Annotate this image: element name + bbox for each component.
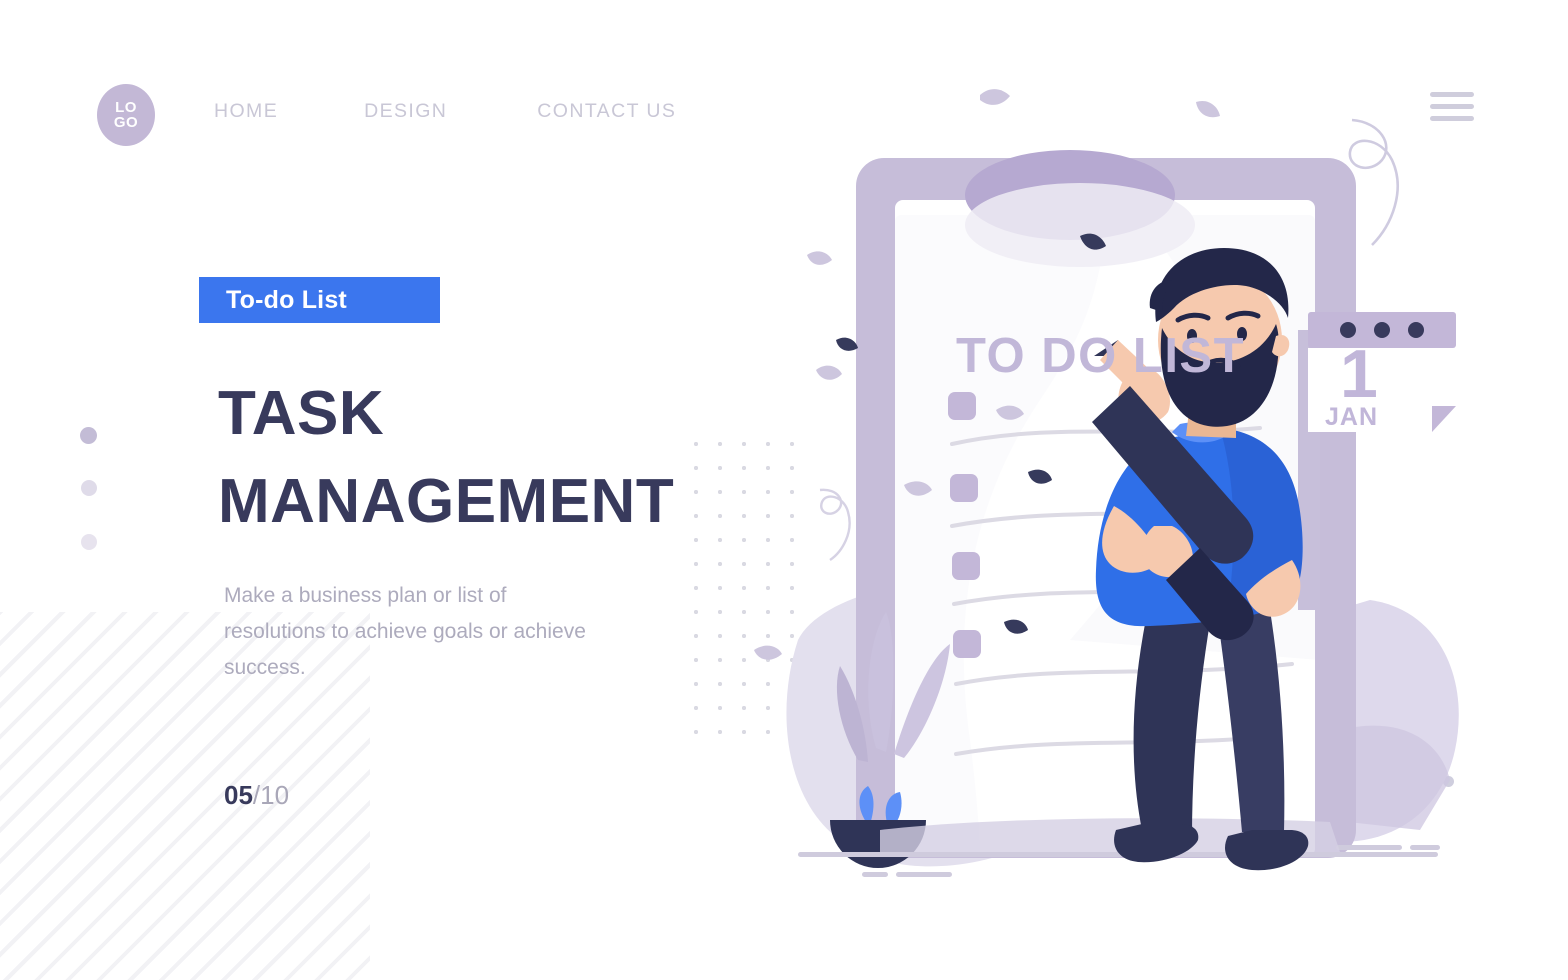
- logo[interactable]: LO GO: [97, 84, 155, 146]
- decorative-circle-1: [80, 427, 97, 444]
- checkbox-2: [950, 474, 978, 502]
- category-badge-label: To-do List: [226, 285, 347, 314]
- ground-dash-3: [1336, 845, 1402, 850]
- ground-line: [798, 852, 1438, 857]
- logo-line-1: LO: [115, 99, 137, 116]
- ground-dash-2: [896, 872, 952, 877]
- nav-item-design[interactable]: DESIGN: [364, 100, 447, 123]
- page-title-line-1: TASK: [218, 379, 385, 448]
- nav-item-contact-us[interactable]: CONTACT US: [537, 100, 676, 123]
- slide-counter-current: 05: [224, 780, 253, 810]
- checkbox-3: [952, 552, 980, 580]
- calendar-folded-corner: [1432, 406, 1456, 432]
- main-navigation: HOME DESIGN CONTACT US: [214, 100, 676, 123]
- hero-description: Make a business plan or list of resoluti…: [224, 584, 586, 680]
- confetti-4: [816, 365, 842, 380]
- checkbox-1: [948, 392, 976, 420]
- page-root: LO GO HOME DESIGN CONTACT US To-do List …: [0, 0, 1568, 980]
- calendar-month-label: JAN: [1325, 403, 1379, 431]
- confetti-7: [754, 645, 782, 660]
- logo-line-2: GO: [113, 114, 139, 131]
- confetti-3: [807, 251, 832, 265]
- confetti-1: [980, 89, 1010, 105]
- slide-counter-total: /10: [252, 780, 290, 810]
- slide-counter: 05/10: [224, 780, 289, 811]
- decorative-circle-3: [81, 534, 97, 550]
- decorative-circle-2: [81, 480, 97, 496]
- ground-dash-1: [862, 872, 888, 877]
- checkbox-4: [953, 630, 981, 658]
- character-shoe-front: [1225, 830, 1309, 871]
- hero-illustration: TO DO LIST: [680, 40, 1568, 940]
- clipboard-clip-shadow: [965, 183, 1195, 267]
- illustration-artwork: [754, 89, 1459, 877]
- calendar-day-number: 1: [1340, 336, 1378, 412]
- confetti-dark-2: [836, 337, 858, 351]
- confetti-2: [1196, 100, 1220, 118]
- calendar-ring-3: [1408, 322, 1424, 338]
- category-badge: To-do List: [199, 277, 440, 323]
- clipboard-title: TO DO LIST: [956, 329, 1246, 383]
- nav-item-home[interactable]: HOME: [214, 100, 278, 123]
- ground-dash-4: [1410, 845, 1440, 850]
- swirl-decoration-mid: [819, 488, 851, 561]
- swirl-decoration-top: [1348, 118, 1399, 246]
